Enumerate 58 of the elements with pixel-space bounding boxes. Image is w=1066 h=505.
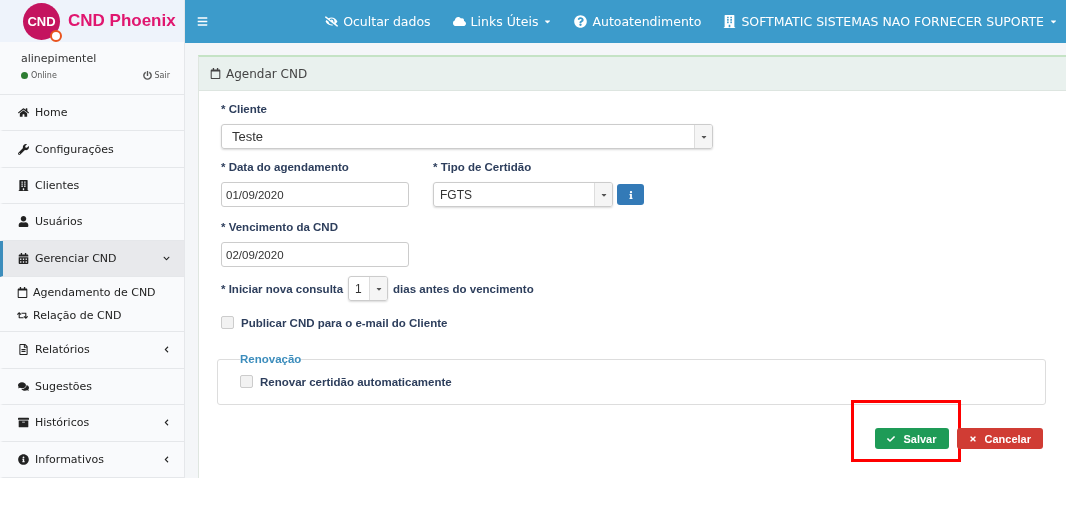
- sidebar-subitem[interactable]: Relação de CND: [17, 304, 184, 328]
- caret-icon: [543, 17, 553, 26]
- eye-slash-icon: [325, 15, 339, 28]
- info-icon: [18, 453, 29, 465]
- calendar-icon: [18, 252, 29, 264]
- sidebar-item[interactable]: Históricos: [0, 405, 184, 442]
- sidebar-item[interactable]: Relatórios: [0, 332, 184, 369]
- calendar-icon: [17, 287, 28, 299]
- menu-icon[interactable]: [197, 16, 208, 27]
- status-text: Online: [31, 71, 57, 81]
- caret-icon: [1049, 17, 1058, 26]
- home-icon: [18, 107, 29, 119]
- info-button[interactable]: [617, 184, 644, 205]
- logout-link[interactable]: Sair: [142, 71, 170, 81]
- sidebar-item[interactable]: Sugestões: [0, 368, 184, 406]
- field-label: * Iniciar nova consulta: [221, 282, 344, 295]
- arrows-icon: [17, 310, 28, 322]
- sidebar-item[interactable]: Configurações: [0, 131, 184, 168]
- field-label: * Cliente: [221, 103, 268, 115]
- user-icon: [18, 216, 29, 228]
- sidebar-item[interactable]: Clientes: [0, 167, 184, 205]
- app-name: CND Phoenix: [68, 11, 176, 32]
- field-label: * Data do agendamento: [221, 161, 350, 173]
- cloud-icon: [452, 15, 466, 28]
- wrench-icon: [18, 143, 29, 155]
- building-icon: [18, 180, 29, 191]
- archive-icon: [18, 417, 29, 429]
- field-label: * Tipo de Certidão: [433, 161, 533, 173]
- sidebar-item[interactable]: Home: [0, 94, 184, 132]
- question-icon: [574, 15, 588, 28]
- save-button[interactable]: Salvar: [875, 428, 949, 449]
- calendar-icon: [210, 68, 221, 79]
- date-field[interactable]: 02/09/2020: [221, 242, 409, 267]
- sidebar-item[interactable]: Informativos: [0, 441, 184, 478]
- group-legend: Renovação: [240, 353, 302, 365]
- chat-icon: [18, 380, 29, 392]
- checkbox[interactable]: [221, 316, 234, 329]
- certificate-type-select[interactable]: FGTS: [433, 182, 613, 207]
- checkbox-label: Publicar CND para o e-mail do Cliente: [241, 316, 448, 329]
- close-icon: [968, 434, 977, 443]
- logo-badge: CND: [23, 2, 60, 40]
- client-select[interactable]: Teste: [221, 124, 713, 149]
- days-select[interactable]: 1: [348, 276, 389, 301]
- check-icon: [887, 434, 896, 443]
- field-label: * Vencimento da CND: [221, 221, 339, 233]
- checkbox[interactable]: [240, 375, 253, 388]
- building-icon: [723, 15, 737, 28]
- user-name: alinepimentel: [21, 52, 98, 66]
- sidebar-subitem[interactable]: Agendamento de CND: [17, 281, 184, 305]
- sidebar-item[interactable]: Gerenciar CND: [0, 240, 184, 278]
- document-icon: [18, 344, 29, 356]
- field-label: dias antes do vencimento: [393, 282, 534, 295]
- panel-title: Agendar CND: [226, 66, 308, 81]
- cancel-button[interactable]: Cancelar: [956, 428, 1043, 449]
- checkbox-label: Renovar certidão automaticamente: [260, 375, 452, 388]
- date-field[interactable]: 01/09/2020: [221, 182, 409, 207]
- sidebar-item[interactable]: Usuários: [0, 204, 184, 241]
- power-icon: [142, 71, 152, 81]
